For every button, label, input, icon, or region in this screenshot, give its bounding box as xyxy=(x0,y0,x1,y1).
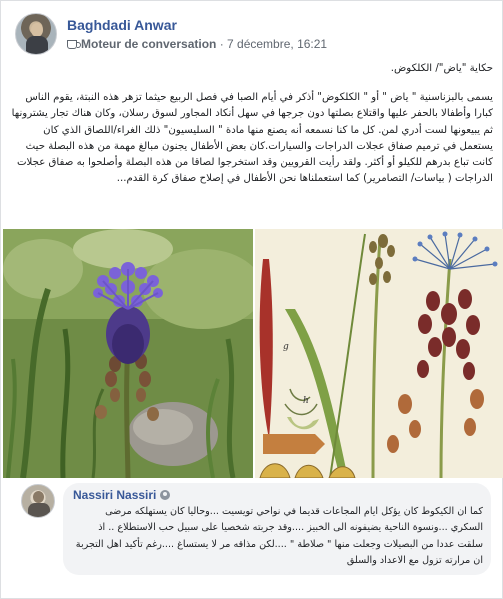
post-title: حكاية "ياض"/ الكلكوض. xyxy=(390,63,493,74)
author-name[interactable]: Baghdadi Anwar xyxy=(67,17,177,33)
commenter-name-link[interactable]: Nassiri Nassiri xyxy=(73,488,156,502)
post-header: Baghdadi Anwar Moteur de conversation · … xyxy=(11,9,491,61)
photo-botanical-illustration[interactable]: h g c xyxy=(255,229,503,478)
commenter-name: Nassiri Nassiri xyxy=(73,488,171,502)
comment: Nassiri Nassiri كما ان الكيكوط كان يؤكل … xyxy=(19,481,491,579)
meta-separator: · xyxy=(216,37,228,51)
svg-text:h: h xyxy=(303,396,309,406)
post-photos: h g c xyxy=(1,229,503,478)
group-name[interactable]: Moteur de conversation xyxy=(81,37,216,51)
profile-badge-icon xyxy=(160,490,171,500)
facebook-post: Baghdadi Anwar Moteur de conversation · … xyxy=(0,0,503,599)
coffee-mug-icon xyxy=(67,40,81,49)
post-body: يسمى بالبزناسنية " ياض " أو " الكلكوض" أ… xyxy=(11,92,493,185)
svg-text:g: g xyxy=(283,342,289,352)
commenter-avatar[interactable] xyxy=(21,484,55,518)
author-avatar[interactable] xyxy=(15,13,57,55)
photo-grape-hyacinth-flower[interactable] xyxy=(3,229,253,478)
post-text: حكاية "ياض"/ الكلكوض. يسمى بالبزناسنية "… xyxy=(11,61,493,187)
post-timestamp[interactable]: 7 décembre, 16:21 xyxy=(227,37,327,51)
comment-bubble: Nassiri Nassiri كما ان الكيكوط كان يؤكل … xyxy=(63,483,491,575)
comment-text: كما ان الكيكوط كان يؤكل ايام المجاعات قد… xyxy=(75,506,483,566)
post-meta: Moteur de conversation · 7 décembre, 16:… xyxy=(67,37,327,51)
